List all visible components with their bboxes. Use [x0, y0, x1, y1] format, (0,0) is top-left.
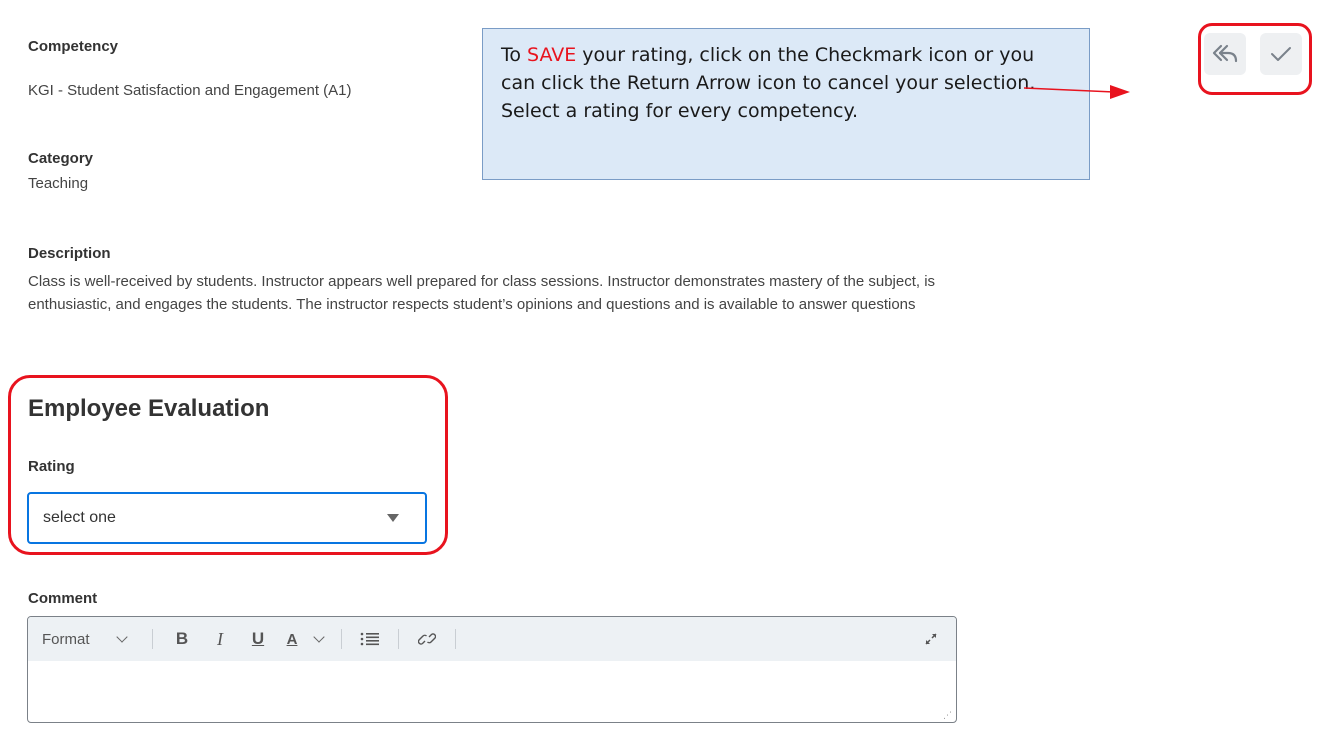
resize-grip-icon[interactable]: ⋰ [943, 710, 952, 721]
text-color-button[interactable]: A [277, 624, 307, 654]
italic-button[interactable]: I [201, 624, 239, 654]
save-checkmark-button[interactable] [1260, 33, 1302, 75]
link-icon[interactable] [409, 624, 445, 654]
return-arrow-icon [1212, 44, 1238, 63]
description-text: Class is well-received by students. Inst… [28, 273, 936, 313]
toolbar-divider [152, 629, 153, 649]
cancel-return-button[interactable] [1204, 33, 1246, 75]
evaluation-highlight-box [8, 375, 448, 555]
format-chevron-icon[interactable] [102, 624, 142, 654]
competency-value: KGI - Student Satisfaction and Engagemen… [28, 82, 352, 99]
competency-label: Competency [28, 38, 119, 55]
callout-text: your rating, click on the Checkmark icon… [501, 44, 1036, 122]
bold-button[interactable]: B [163, 624, 201, 654]
checkmark-icon [1271, 47, 1291, 61]
callout-prefix: To [501, 44, 528, 66]
red-arrow-icon [1024, 85, 1130, 99]
comment-label: Comment [28, 590, 98, 607]
format-dropdown[interactable]: Format [42, 624, 102, 654]
comment-textarea[interactable]: ⋰ [28, 661, 956, 722]
description-label: Description [28, 245, 111, 262]
comment-editor: Format B I U A ⋰ [27, 616, 957, 723]
editor-toolbar: Format B I U A [28, 617, 956, 661]
expand-icon[interactable] [916, 624, 946, 654]
toolbar-divider [398, 629, 399, 649]
category-value: Teaching [28, 175, 89, 192]
category-label: Category [28, 150, 94, 167]
instruction-callout: To SAVE your rating, click on the Checkm… [482, 28, 1090, 180]
toolbar-divider [455, 629, 456, 649]
toolbar-divider [341, 629, 342, 649]
format-label: Format [42, 630, 90, 648]
bulleted-list-icon[interactable] [352, 624, 388, 654]
callout-save-word: SAVE [527, 44, 577, 66]
text-color-chevron-icon[interactable] [307, 624, 331, 654]
underline-button[interactable]: U [239, 624, 277, 654]
